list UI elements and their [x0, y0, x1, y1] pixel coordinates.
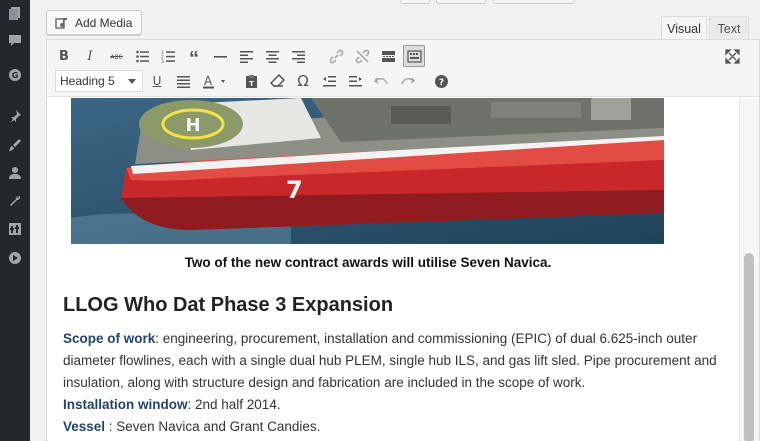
- tab-text-label: Text: [717, 21, 741, 36]
- editor-content[interactable]: H 7 Two of the new contract awards will …: [48, 98, 738, 441]
- top-button-fragment[interactable]: [493, 0, 575, 4]
- underline-button[interactable]: U: [146, 70, 168, 92]
- top-button-fragment[interactable]: [436, 0, 486, 4]
- tab-visual-label: Visual: [667, 21, 701, 36]
- special-character-button[interactable]: Ω: [292, 70, 314, 92]
- pages-icon[interactable]: [6, 4, 24, 22]
- tab-text[interactable]: Text: [709, 16, 749, 40]
- outdent-button[interactable]: [318, 70, 340, 92]
- tools-icon[interactable]: [6, 192, 24, 210]
- blockquote-button[interactable]: “: [183, 45, 205, 70]
- svg-text:ABC: ABC: [110, 54, 122, 61]
- numbered-list-button[interactable]: 123: [157, 45, 179, 67]
- align-right-button[interactable]: [287, 45, 309, 67]
- section-heading: LLOG Who Dat Phase 3 Expansion: [63, 294, 394, 316]
- svg-text:T: T: [249, 80, 254, 88]
- svg-text:3: 3: [161, 59, 164, 64]
- horizontal-rule-button[interactable]: [209, 45, 231, 67]
- editor-toolbar: B I ABC 123 “ Heading 5 U A T Ω ?: [47, 40, 759, 97]
- add-media-label: Add Media: [75, 15, 133, 30]
- play-icon[interactable]: [6, 249, 24, 267]
- paste-as-text-button[interactable]: T: [240, 70, 262, 92]
- vessel-text: : Seven Navica and Grant Candies.: [105, 419, 321, 434]
- appearance-icon[interactable]: [6, 136, 24, 154]
- comments-icon[interactable]: [6, 31, 24, 49]
- top-button-fragment[interactable]: [400, 0, 430, 4]
- svg-text:A: A: [204, 74, 213, 88]
- help-button[interactable]: ?: [430, 70, 452, 92]
- media-icon: [55, 17, 67, 29]
- format-select[interactable]: Heading 5: [55, 70, 143, 92]
- strikethrough-button[interactable]: ABC: [105, 45, 127, 67]
- insert-link-button[interactable]: [325, 45, 347, 67]
- scope-label: Scope of work: [63, 331, 156, 346]
- indent-button[interactable]: [344, 70, 366, 92]
- text-color-button[interactable]: A: [200, 70, 234, 92]
- redo-button[interactable]: [396, 70, 418, 92]
- align-center-button[interactable]: [261, 45, 283, 67]
- tab-visual[interactable]: Visual: [661, 16, 707, 40]
- vessel-label: Vessel: [63, 419, 106, 434]
- justify-button[interactable]: [172, 70, 194, 92]
- scope-text: : engineering, procurement, installation…: [63, 331, 717, 390]
- installation-window-paragraph: Installation window: 2nd half 2014.: [63, 394, 723, 416]
- align-left-button[interactable]: [235, 45, 257, 67]
- window-label: Installation window: [63, 397, 188, 412]
- svg-text:G: G: [12, 71, 19, 80]
- pushpin-icon[interactable]: [6, 107, 24, 125]
- bold-button[interactable]: B: [53, 45, 75, 67]
- scope-paragraph: Scope of work: engineering, procurement,…: [63, 328, 723, 394]
- admin-sidebar: G: [0, 0, 30, 441]
- svg-text:7: 7: [286, 176, 303, 204]
- remove-link-button[interactable]: [351, 45, 373, 67]
- image-caption: Two of the new contract awards will util…: [184, 255, 552, 270]
- editor-frame: B I ABC 123 “ Heading 5 U A T Ω ? H 7 Tw…: [46, 39, 760, 441]
- settings-icon[interactable]: [6, 220, 24, 238]
- ship-image[interactable]: H 7: [71, 98, 664, 244]
- chevron-down-icon: [128, 79, 136, 84]
- users-icon[interactable]: [6, 164, 24, 182]
- bullet-list-button[interactable]: [131, 45, 153, 67]
- scrollbar-thumb[interactable]: [744, 253, 754, 441]
- svg-text:H: H: [185, 115, 200, 136]
- svg-text:?: ?: [438, 78, 443, 88]
- undo-button[interactable]: [370, 70, 392, 92]
- window-text: : 2nd half 2014.: [187, 397, 281, 412]
- g-circle-icon[interactable]: G: [6, 66, 24, 84]
- clear-formatting-button[interactable]: [266, 70, 288, 92]
- editor-scrollbar[interactable]: [739, 98, 759, 441]
- italic-button[interactable]: I: [79, 45, 101, 67]
- toolbar-toggle-button[interactable]: [403, 45, 425, 67]
- read-more-button[interactable]: [377, 45, 399, 67]
- format-select-value: Heading 5: [60, 74, 115, 88]
- add-media-button[interactable]: Add Media: [46, 10, 143, 35]
- vessel-paragraph: Vessel : Seven Navica and Grant Candies.: [63, 416, 723, 438]
- fullscreen-button[interactable]: [721, 45, 743, 67]
